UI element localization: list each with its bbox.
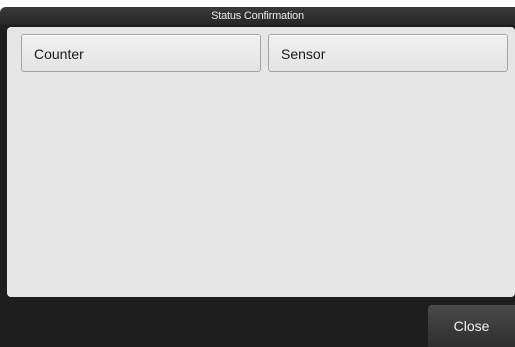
content-panel: Counter Sensor xyxy=(7,27,515,297)
status-confirmation-window: Status Confirmation Counter Sensor Close xyxy=(0,7,515,347)
sensor-button[interactable]: Sensor xyxy=(268,34,508,72)
close-button[interactable]: Close xyxy=(428,305,515,347)
window-title: Status Confirmation xyxy=(0,7,515,25)
counter-button[interactable]: Counter xyxy=(21,34,261,72)
